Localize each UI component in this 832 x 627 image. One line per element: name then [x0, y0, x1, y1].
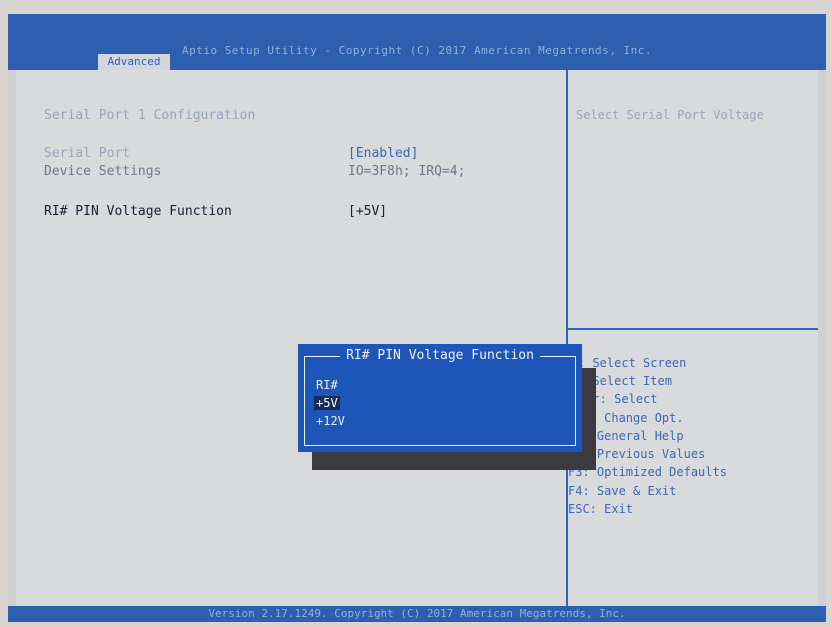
setting-value-serial-port[interactable]: [Enabled] — [348, 146, 418, 161]
help-key-exit: ESC: Exit — [568, 502, 634, 516]
tab-advanced[interactable]: Advanced — [98, 54, 170, 70]
settings-panel: Serial Port 1 Configuration Serial Port … — [16, 70, 568, 606]
setting-value-ri-pin-voltage[interactable]: [+5V] — [348, 204, 387, 219]
setting-label-device-settings: Device Settings — [44, 164, 162, 179]
section-title: Serial Port 1 Configuration — [44, 108, 256, 123]
main-area: Serial Port 1 Configuration Serial Port … — [16, 70, 818, 606]
footer-text: Version 2.17.1249. Copyright (C) 2017 Am… — [208, 607, 626, 620]
help-description: Select Serial Port Voltage — [576, 108, 764, 122]
setting-label-ri-pin-voltage[interactable]: RI# PIN Voltage Function — [44, 204, 232, 219]
help-key-save-exit: F4: Save & Exit — [568, 484, 677, 498]
bios-screen: Aptio Setup Utility - Copyright (C) 2017… — [8, 14, 826, 622]
popup-title: RI# PIN Voltage Function — [300, 348, 580, 363]
popup-title-text: RI# PIN Voltage Function — [340, 348, 540, 363]
setting-value-device-settings: IO=3F8h; IRQ=4; — [348, 164, 466, 179]
setting-label-serial-port[interactable]: Serial Port — [44, 146, 130, 161]
popup-option-5v[interactable]: +5V — [314, 396, 340, 410]
popup-option-12v[interactable]: +12V — [314, 414, 347, 428]
popup-frame — [304, 356, 576, 446]
popup-option-ri[interactable]: RI# — [314, 378, 340, 392]
voltage-popup: RI# PIN Voltage Function RI# +5V +12V — [298, 344, 582, 452]
help-panel: Select Serial Port Voltage : Select Scre… — [568, 70, 818, 606]
help-divider — [568, 328, 818, 330]
header-bar: Aptio Setup Utility - Copyright (C) 2017… — [8, 14, 826, 70]
footer-bar: Version 2.17.1249. Copyright (C) 2017 Am… — [8, 606, 826, 622]
